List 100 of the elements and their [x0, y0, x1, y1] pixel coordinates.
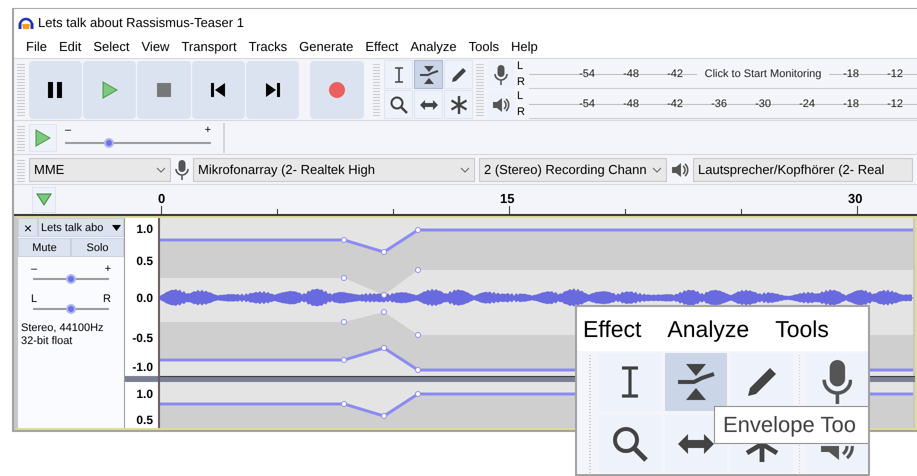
host-dropdown[interactable]: MME	[29, 158, 171, 182]
menu-item[interactable]: Select	[87, 39, 136, 54]
time-label: 15	[500, 191, 514, 206]
grabber-handle[interactable]	[476, 62, 484, 118]
zoom-icon	[388, 94, 409, 114]
channel-label: L	[517, 90, 524, 103]
tool-button[interactable]	[414, 60, 444, 89]
menu-item[interactable]: Effect	[583, 316, 642, 342]
menu-item[interactable]: Generate	[293, 39, 360, 54]
amplitude-label: 0.5	[136, 255, 153, 267]
monitoring-prompt[interactable]: Click to Start Monitoring	[697, 68, 830, 80]
chevron-down-icon	[652, 166, 662, 172]
chevron-down-icon	[156, 166, 166, 172]
channel-label: R	[517, 106, 526, 119]
menu-item[interactable]: Tools	[775, 316, 829, 342]
skip-end-icon	[266, 82, 280, 96]
amplitude-label: -0.5	[132, 332, 153, 344]
meter-tick-label: -48	[622, 68, 640, 80]
menu-item[interactable]: Tracks	[242, 39, 294, 54]
menu-item[interactable]: Analyze	[667, 316, 750, 342]
asterisk-icon	[448, 94, 469, 114]
play-icon	[35, 128, 51, 146]
meter-tick-label: -18	[842, 68, 860, 80]
meter-tick-label: -18	[842, 98, 860, 110]
slider-label: –	[31, 264, 38, 275]
menu-item[interactable]: View	[136, 39, 176, 54]
meter-tick-label: -12	[886, 98, 904, 110]
meter-tick-label: -42	[666, 98, 684, 110]
stop-icon	[156, 82, 171, 96]
menu-item[interactable]: Transport	[175, 39, 243, 54]
meter-button[interactable]	[487, 60, 516, 89]
record-icon	[328, 82, 345, 98]
menu-item[interactable]: Help	[504, 39, 544, 54]
menu-item[interactable]: Tools	[462, 39, 505, 54]
microphone-icon	[822, 360, 852, 404]
play-icon	[102, 80, 118, 98]
track-name-menu[interactable]: Lets talk abo	[38, 218, 124, 237]
menu-item[interactable]: Edit	[52, 39, 88, 54]
window-title: Lets talk about Rassismus-Teaser 1	[38, 14, 244, 30]
transport-button[interactable]	[28, 60, 82, 118]
grabber-handle[interactable]	[17, 124, 25, 152]
grabber-handle[interactable]	[589, 353, 590, 473]
meter-tick-label: -54	[578, 98, 596, 110]
menu-item[interactable]: Effect	[359, 39, 404, 54]
speaker-icon	[492, 96, 510, 114]
slider-thumb[interactable]	[66, 274, 76, 284]
chevron-down-icon	[460, 166, 470, 172]
slider-thumb[interactable]	[104, 138, 114, 148]
play-at-speed-button[interactable]	[29, 124, 57, 152]
amplitude-label: 0.0	[136, 292, 153, 304]
meter-tick-label: -12	[886, 68, 904, 80]
time-label: 30	[848, 191, 862, 206]
pause-icon	[48, 82, 62, 98]
envelope-icon	[418, 64, 439, 84]
pin-button[interactable]	[32, 186, 56, 212]
triangle-down-icon	[36, 193, 52, 206]
grabber-handle[interactable]	[17, 62, 25, 118]
transport-button[interactable]	[192, 60, 245, 118]
input-device-dropdown[interactable]: Mikrofonarray (2- Realtek High	[193, 158, 475, 182]
amplitude-label: -1.0	[132, 361, 153, 373]
amplitude-label: 1.0	[136, 223, 153, 235]
microphone-icon	[494, 64, 508, 84]
slider-label: R	[103, 294, 111, 305]
envelope-icon	[676, 362, 716, 402]
meter-button[interactable]	[487, 90, 516, 119]
amplitude-label: 1.0	[136, 388, 153, 400]
mute-button[interactable]: Mute	[18, 238, 71, 257]
meter-tick-label: -42	[666, 68, 684, 80]
microphone-icon	[175, 160, 189, 180]
transport-button[interactable]	[246, 60, 300, 118]
amplitude-label: 0.5	[136, 414, 153, 426]
meter-tick-label: -24	[798, 98, 816, 110]
menu-item[interactable]: File	[20, 39, 53, 54]
channels-dropdown[interactable]: 2 (Stereo) Recording Chann	[479, 158, 667, 182]
solo-button[interactable]: Solo	[71, 238, 124, 257]
menu-item[interactable]: Analyze	[404, 39, 463, 54]
tooltip: Envelope Too	[714, 406, 868, 444]
close-track-button[interactable]: ×	[18, 218, 38, 237]
meter-tick-label: -30	[754, 98, 772, 110]
slider-label: L	[31, 294, 38, 305]
tool-button[interactable]	[664, 415, 726, 473]
slider-label: +	[204, 124, 211, 136]
tool-button[interactable]	[664, 353, 726, 411]
slider-label: +	[104, 264, 111, 275]
meter-tick-label: -36	[710, 98, 728, 110]
time-label: 0	[158, 191, 166, 206]
speaker-icon	[671, 160, 689, 178]
slider-thumb[interactable]	[66, 304, 76, 314]
track-info: Stereo, 44100Hz 32-bit float	[20, 321, 105, 348]
channel-label: L	[517, 60, 524, 73]
skip-start-icon	[211, 82, 226, 96]
caret-icon	[112, 224, 121, 230]
meter-tick-label: -54	[578, 68, 596, 80]
output-device-dropdown[interactable]: Lautsprecher/Kopfhörer (2- Real	[693, 158, 913, 182]
channel-label: R	[517, 76, 526, 89]
grabber-handle[interactable]	[17, 158, 25, 182]
tool-button[interactable]	[598, 415, 660, 473]
tool-button[interactable]	[598, 353, 660, 411]
slider-label: –	[65, 124, 72, 136]
meter-tick-label: -48	[622, 98, 640, 110]
